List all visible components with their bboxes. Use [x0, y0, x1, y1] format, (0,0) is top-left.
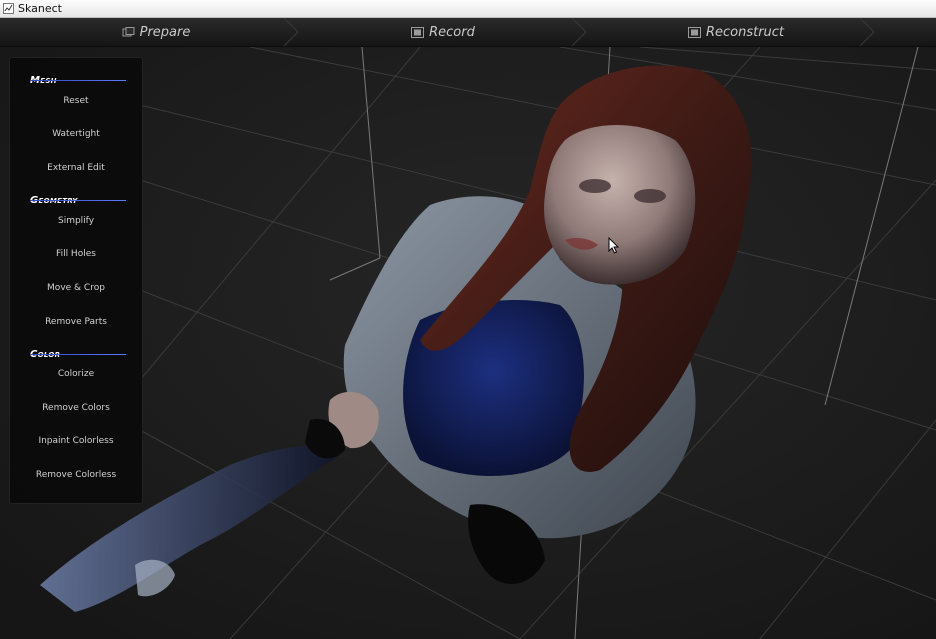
prepare-icon: [122, 26, 135, 36]
film-icon: [411, 26, 425, 38]
film-icon: [687, 26, 701, 38]
simplify-button[interactable]: Simplify: [10, 211, 142, 231]
move-crop-button[interactable]: Move & Crop: [10, 278, 142, 298]
colorize-button[interactable]: Colorize: [10, 364, 142, 384]
section-geometry-header: Geometry: [30, 188, 128, 206]
scan-shirt: [403, 300, 584, 477]
section-divider: [30, 354, 126, 355]
tab-divider: [571, 18, 587, 46]
remove-colorless-button[interactable]: Remove Colorless: [10, 465, 142, 485]
reset-button[interactable]: Reset: [10, 91, 142, 111]
mouse-cursor-icon: [608, 237, 620, 254]
remove-colors-button[interactable]: Remove Colors: [10, 398, 142, 418]
title-bar: Skanect: [0, 0, 936, 18]
tab-reconstruct[interactable]: Reconstruct: [580, 18, 892, 46]
section-color-header: Color: [30, 342, 128, 360]
fill-holes-button[interactable]: Fill Holes: [10, 244, 142, 264]
window-title: Skanect: [18, 2, 62, 15]
tab-prepare[interactable]: Prepare: [0, 18, 312, 46]
scan-eye: [634, 189, 666, 203]
section-divider: [30, 200, 126, 201]
watertight-button[interactable]: Watertight: [10, 124, 142, 144]
remove-parts-button[interactable]: Remove Parts: [10, 312, 142, 332]
scan-face: [544, 125, 696, 285]
section-mesh-header: Mesh: [30, 68, 128, 86]
workflow-tab-bar: Prepare Record Reconstruct: [0, 18, 936, 47]
tab-divider: [859, 18, 875, 46]
inpaint-colorless-button[interactable]: Inpaint Colorless: [10, 431, 142, 451]
tab-prepare-label: Prepare: [139, 24, 191, 40]
scan-eye: [579, 179, 611, 193]
external-edit-button[interactable]: External Edit: [10, 158, 142, 178]
section-divider: [30, 80, 126, 81]
tab-record-label: Record: [429, 24, 475, 40]
edit-side-panel: Mesh Reset Watertight External Edit Geom…: [9, 57, 143, 504]
tab-record[interactable]: Record: [287, 18, 599, 46]
tab-reconstruct-label: Reconstruct: [705, 24, 785, 40]
tab-divider: [283, 18, 299, 46]
skanect-app-icon: [3, 3, 14, 14]
